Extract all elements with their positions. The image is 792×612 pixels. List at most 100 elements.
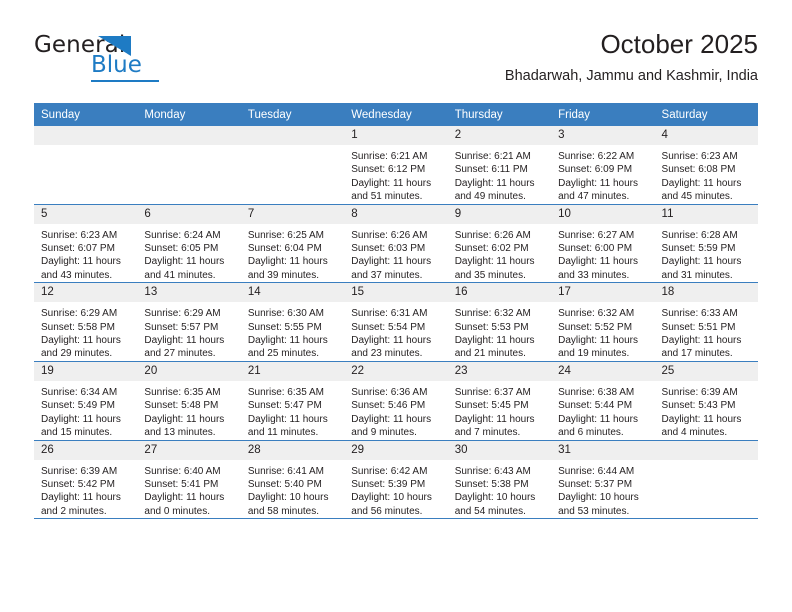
calendar-day-cell[interactable]: 7 Sunrise: 6:25 AM Sunset: 6:04 PM Daylight…	[240, 204, 345, 284]
day-detail-line: Sunrise: 6:38 AM	[558, 386, 635, 398]
day-details: Sunrise: 6:32 AM Sunset: 5:53 PM Daylight:…	[448, 302, 551, 361]
calendar-day-cell[interactable]: 25 Sunrise: 6:39 AM Sunset: 5:43 PM Dayligh…	[654, 361, 758, 441]
calendar-day-cell[interactable]: 31 Sunrise: 6:44 AM Sunset: 5:37 PM Dayligh…	[551, 440, 655, 520]
day-detail-line: Daylight: 11 hours	[661, 413, 742, 425]
day-number	[654, 440, 758, 460]
day-number: 30	[447, 440, 552, 460]
calendar-day-cell[interactable]: 24 Sunrise: 6:38 AM Sunset: 5:44 PM Dayligh…	[551, 361, 655, 441]
day-detail-line: Sunrise: 6:37 AM	[454, 386, 531, 398]
calendar-page: General Blue October 2025 Bhadarwah, Jam…	[0, 0, 792, 612]
day-detail-line: Sunset: 6:04 PM	[247, 243, 322, 255]
calendar-day-cell[interactable]: 3 Sunrise: 6:22 AM Sunset: 6:09 PM Daylight…	[551, 126, 655, 205]
day-details: Sunrise: 6:32 AM Sunset: 5:52 PM Daylight:…	[551, 302, 654, 361]
day-detail-line: Daylight: 11 hours	[558, 413, 638, 425]
calendar-day-cell[interactable]: 16 Sunrise: 6:32 AM Sunset: 5:53 PM Dayligh…	[447, 282, 552, 362]
day-detail-line: Sunrise: 6:39 AM	[41, 465, 118, 477]
page-subtitle: Bhadarwah, Jammu and Kashmir, India	[504, 68, 758, 84]
day-detail-line: Daylight: 11 hours	[661, 335, 742, 347]
day-detail-line: and 39 minutes.	[247, 269, 320, 281]
day-detail-line: Sunset: 5:59 PM	[661, 243, 736, 255]
day-details: Sunrise: 6:28 AM Sunset: 5:59 PM Daylight:…	[655, 224, 758, 283]
day-number: 6	[137, 204, 241, 224]
calendar-day-cell[interactable]: 29 Sunrise: 6:42 AM Sunset: 5:39 PM Dayligh…	[344, 440, 448, 520]
calendar-day-cell[interactable]: 8 Sunrise: 6:26 AM Sunset: 6:03 PM Daylight…	[344, 204, 448, 284]
calendar-day-cell[interactable]: 11 Sunrise: 6:28 AM Sunset: 5:59 PM Dayligh…	[654, 204, 758, 284]
page-title: October 2025	[600, 29, 758, 59]
calendar-day-cell[interactable]: 23 Sunrise: 6:37 AM Sunset: 5:45 PM Dayligh…	[447, 361, 552, 441]
calendar-day-cell[interactable]: 10 Sunrise: 6:27 AM Sunset: 6:00 PM Dayligh…	[551, 204, 655, 284]
day-detail-line: Daylight: 11 hours	[144, 335, 225, 347]
calendar-day-cell[interactable]: 5 Sunrise: 6:23 AM Sunset: 6:07 PM Daylight…	[34, 204, 138, 284]
day-detail-line: Daylight: 11 hours	[454, 177, 535, 189]
day-number: 11	[654, 204, 758, 224]
day-detail-line: Daylight: 11 hours	[351, 413, 432, 425]
day-details: Sunrise: 6:39 AM Sunset: 5:43 PM Daylight:…	[655, 381, 758, 440]
calendar-table: Sunday Monday Tuesday Wednesday Thursday Frid…	[34, 103, 758, 520]
day-details: Sunrise: 6:34 AM Sunset: 5:49 PM Daylight:…	[34, 381, 137, 440]
calendar-day-cell[interactable]: 19 Sunrise: 6:34 AM Sunset: 5:49 PM Dayligh…	[34, 361, 138, 441]
calendar-day-cell[interactable]: 15 Sunrise: 6:31 AM Sunset: 5:54 PM Dayligh…	[344, 282, 448, 362]
day-details: Sunrise: 6:23 AM Sunset: 6:08 PM Daylight:…	[655, 145, 758, 204]
day-details: Sunrise: 6:29 AM Sunset: 5:58 PM Daylight:…	[34, 302, 137, 361]
day-detail-line: Sunset: 5:44 PM	[558, 400, 633, 412]
calendar-body: 1 Sunrise: 6:21 AM Sunset: 6:12 PM Daylight…	[34, 126, 758, 520]
day-details: Sunrise: 6:42 AM Sunset: 5:39 PM Daylight:…	[344, 460, 447, 519]
day-detail-line: Daylight: 11 hours	[351, 335, 432, 347]
calendar-day-cell[interactable]: 6 Sunrise: 6:24 AM Sunset: 6:05 PM Daylight…	[137, 204, 241, 284]
calendar-day-cell[interactable]: 17 Sunrise: 6:32 AM Sunset: 5:52 PM Dayligh…	[551, 282, 655, 362]
day-detail-line: and 47 minutes.	[558, 191, 630, 203]
calendar-day-cell[interactable]: 14 Sunrise: 6:30 AM Sunset: 5:55 PM Dayligh…	[240, 282, 345, 362]
calendar-day-cell[interactable]: 9 Sunrise: 6:26 AM Sunset: 6:02 PM Daylight…	[447, 204, 552, 284]
day-number: 26	[34, 440, 138, 460]
day-detail-line: Daylight: 11 hours	[247, 413, 328, 425]
day-number: 10	[551, 204, 655, 224]
calendar-day-cell[interactable]: 26 Sunrise: 6:39 AM Sunset: 5:42 PM Dayligh…	[34, 440, 138, 520]
day-detail-line: and 6 minutes.	[558, 427, 624, 439]
day-detail-line: Sunset: 5:39 PM	[351, 478, 426, 490]
weekday-header-thursday: Thursday	[447, 103, 552, 126]
day-detail-line: and 15 minutes.	[41, 427, 113, 439]
day-detail-line: Sunrise: 6:35 AM	[247, 386, 324, 398]
day-detail-line: Sunrise: 6:21 AM	[351, 151, 428, 162]
calendar-day-cell-empty	[34, 126, 138, 205]
day-detail-line: and 4 minutes.	[661, 427, 728, 439]
calendar-day-cell[interactable]: 27 Sunrise: 6:40 AM Sunset: 5:41 PM Dayligh…	[137, 440, 241, 520]
day-detail-line: and 56 minutes.	[351, 505, 423, 517]
calendar-day-cell[interactable]: 22 Sunrise: 6:36 AM Sunset: 5:46 PM Dayligh…	[344, 361, 448, 441]
day-details: Sunrise: 6:44 AM Sunset: 5:37 PM Daylight:…	[551, 460, 654, 519]
day-number: 24	[551, 361, 655, 381]
calendar-day-cell[interactable]: 2 Sunrise: 6:21 AM Sunset: 6:11 PM Daylight…	[447, 126, 552, 205]
day-detail-line: Daylight: 11 hours	[144, 492, 225, 504]
day-detail-line: Daylight: 11 hours	[661, 256, 742, 268]
calendar-day-cell[interactable]: 28 Sunrise: 6:41 AM Sunset: 5:40 PM Dayligh…	[240, 440, 345, 520]
day-detail-line: and 23 minutes.	[351, 348, 423, 360]
calendar-day-cell[interactable]: 4 Sunrise: 6:23 AM Sunset: 6:08 PM Daylight…	[654, 126, 758, 205]
generalblue-logo[interactable]: General Blue	[34, 34, 184, 86]
day-number: 3	[551, 126, 655, 145]
day-detail-line: Sunset: 6:08 PM	[661, 164, 736, 176]
calendar-day-cell[interactable]: 12 Sunrise: 6:29 AM Sunset: 5:58 PM Dayligh…	[34, 282, 138, 362]
day-details: Sunrise: 6:31 AM Sunset: 5:54 PM Daylight:…	[344, 302, 447, 361]
day-details	[241, 145, 344, 150]
calendar-day-cell[interactable]: 21 Sunrise: 6:35 AM Sunset: 5:47 PM Dayligh…	[240, 361, 345, 441]
day-detail-line: Sunrise: 6:24 AM	[144, 229, 221, 241]
day-detail-line: Sunrise: 6:26 AM	[454, 229, 531, 241]
day-detail-line: Daylight: 11 hours	[144, 256, 225, 268]
day-details: Sunrise: 6:37 AM Sunset: 5:45 PM Daylight:…	[448, 381, 551, 440]
day-detail-line: Sunrise: 6:29 AM	[41, 308, 118, 320]
calendar-day-cell[interactable]: 1 Sunrise: 6:21 AM Sunset: 6:12 PM Daylight…	[344, 126, 448, 205]
day-number: 21	[240, 361, 345, 381]
day-detail-line: Daylight: 10 hours	[558, 492, 639, 504]
calendar-day-cell[interactable]: 20 Sunrise: 6:35 AM Sunset: 5:48 PM Dayligh…	[137, 361, 241, 441]
day-detail-line: Sunrise: 6:33 AM	[661, 308, 738, 320]
calendar-day-cell[interactable]: 30 Sunrise: 6:43 AM Sunset: 5:38 PM Dayligh…	[447, 440, 552, 520]
day-details: Sunrise: 6:35 AM Sunset: 5:47 PM Daylight:…	[241, 381, 344, 440]
day-number: 2	[447, 126, 552, 145]
day-detail-line: Sunset: 5:45 PM	[454, 400, 529, 412]
calendar-day-cell[interactable]: 18 Sunrise: 6:33 AM Sunset: 5:51 PM Dayligh…	[654, 282, 758, 362]
calendar-day-cell[interactable]: 13 Sunrise: 6:29 AM Sunset: 5:57 PM Dayligh…	[137, 282, 241, 362]
day-details: Sunrise: 6:24 AM Sunset: 6:05 PM Daylight:…	[137, 224, 240, 283]
day-detail-line: Sunrise: 6:31 AM	[351, 308, 428, 320]
day-detail-line: and 13 minutes.	[144, 427, 216, 439]
day-detail-line: Sunset: 5:54 PM	[351, 321, 426, 333]
